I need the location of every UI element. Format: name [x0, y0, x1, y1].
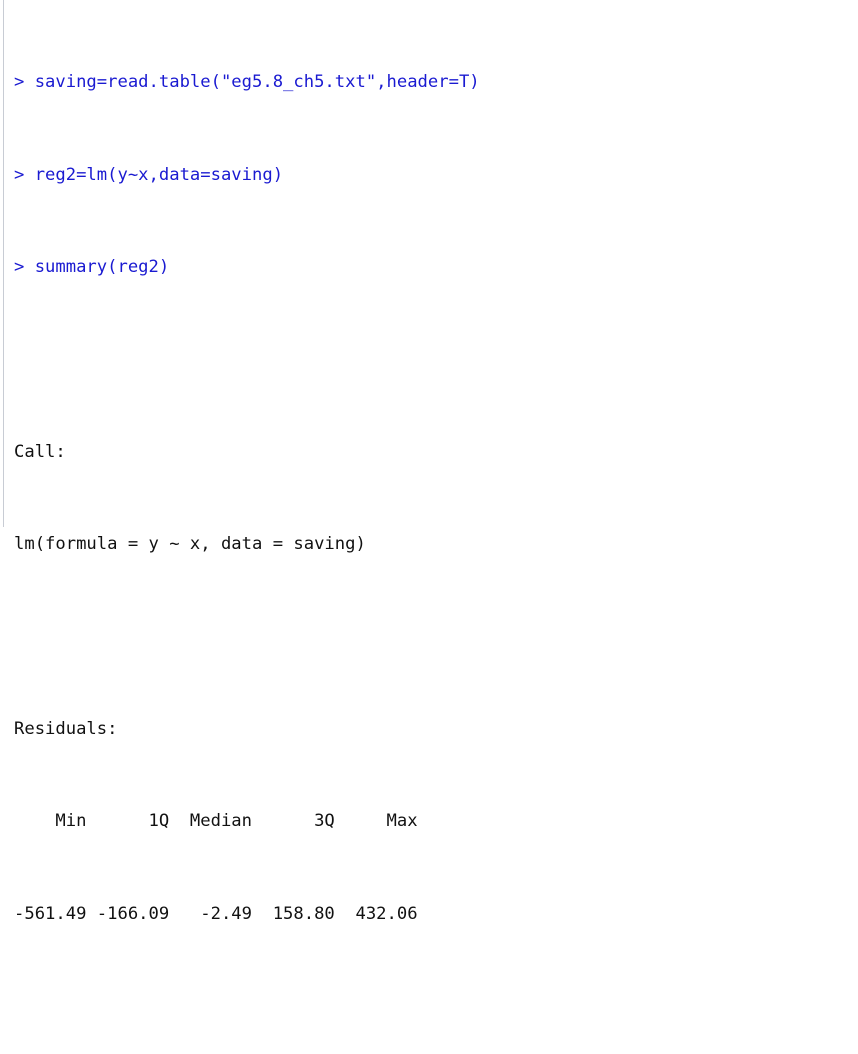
residuals-section-header: Residuals: — [14, 718, 118, 739]
console-command-line-fit-model[interactable]: > reg2=lm(y~x,data=saving) — [14, 164, 858, 187]
residuals-values-row: -561.49 -166.09 -2.49 158.80 432.06 — [14, 903, 418, 924]
console-command-line-summary[interactable]: > summary(reg2) — [14, 256, 858, 279]
call-formula-line: lm(formula = y ~ x, data = saving) — [14, 534, 366, 555]
console-command-line-read-table[interactable]: > saving=read.table("eg5.8_ch5.txt",head… — [14, 71, 858, 94]
call-section-header: Call: — [14, 441, 66, 462]
console-gutter-rule — [3, 0, 4, 527]
console-line-list[interactable]: > saving=read.table("eg5.8_ch5.txt",head… — [14, 2, 858, 1054]
r-console-output-pane[interactable]: > saving=read.table("eg5.8_ch5.txt",head… — [0, 0, 858, 924]
residuals-column-headers: Min 1Q Median 3Q Max — [14, 811, 418, 832]
